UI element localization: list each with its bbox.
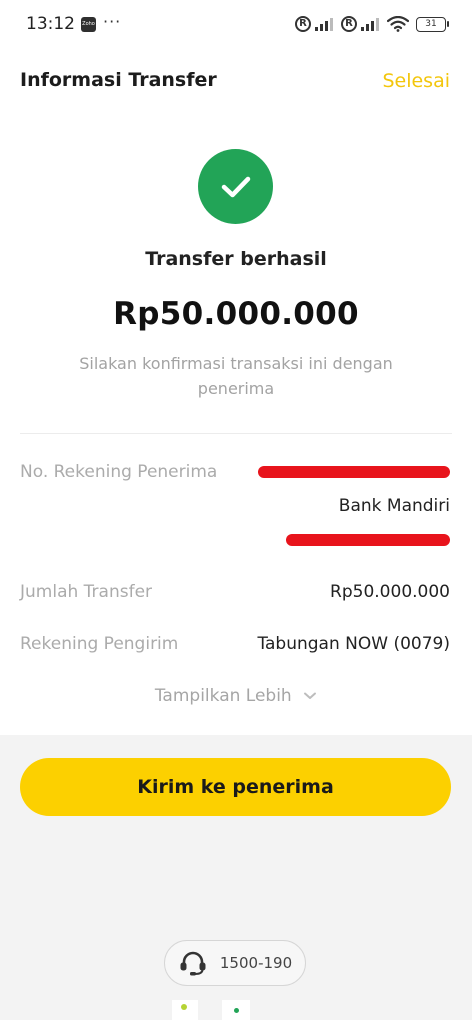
battery-icon: 31: [416, 16, 449, 32]
send-to-recipient-button[interactable]: Kirim ke penerima: [20, 758, 451, 816]
transfer-amount-label: Jumlah Transfer: [20, 582, 153, 602]
status-indicators: R R 31: [295, 16, 449, 32]
sender-account-label: Rekening Pengirim: [20, 634, 179, 654]
app-notification-icon: Zoho: [81, 17, 96, 32]
signal-icon: [315, 17, 333, 31]
recipient-account-label: No. Rekening Penerima: [20, 462, 218, 482]
roaming-icon: R: [295, 16, 311, 32]
recipient-bank-value: Bank Mandiri: [338, 496, 450, 516]
redacted-recipient-name: [258, 466, 450, 478]
page-title: Informasi Transfer: [20, 69, 217, 91]
customer-support-button[interactable]: 1500-190: [164, 940, 306, 986]
status-time: 13:12: [26, 14, 75, 34]
transfer-amount: Rp50.000.000: [113, 296, 359, 332]
roaming-icon-2: R: [341, 16, 357, 32]
sender-account-value: Tabungan NOW (0079): [257, 634, 450, 654]
confirmation-message: Silakan konfirmasi transaksi ini dengan …: [79, 354, 393, 398]
checkmark-icon: [221, 176, 250, 197]
send-to-recipient-label: Kirim ke penerima: [137, 776, 334, 798]
divider: [20, 433, 452, 434]
redacted-account-number: [286, 534, 450, 546]
more-notifications-icon: ···: [103, 12, 122, 31]
done-button[interactable]: Selesai: [382, 70, 450, 92]
signal-icon-2: [361, 17, 379, 31]
success-badge: [198, 149, 273, 224]
thumbnail-preview-2: [222, 1000, 250, 1020]
wifi-icon: [387, 16, 409, 32]
chevron-down-icon: [304, 692, 317, 699]
show-more-label: Tampilkan Lebih: [154, 686, 292, 706]
transfer-status-title: Transfer berhasil: [145, 248, 327, 270]
headset-icon: [180, 951, 206, 976]
transfer-amount-value: Rp50.000.000: [330, 582, 450, 602]
thumbnail-preview: [172, 1000, 198, 1020]
status-bar: 13:12 Zoho ··· R R 31: [0, 0, 472, 52]
show-more-button[interactable]: Tampilkan Lebih: [0, 686, 472, 706]
support-phone-number: 1500-190: [219, 954, 293, 972]
